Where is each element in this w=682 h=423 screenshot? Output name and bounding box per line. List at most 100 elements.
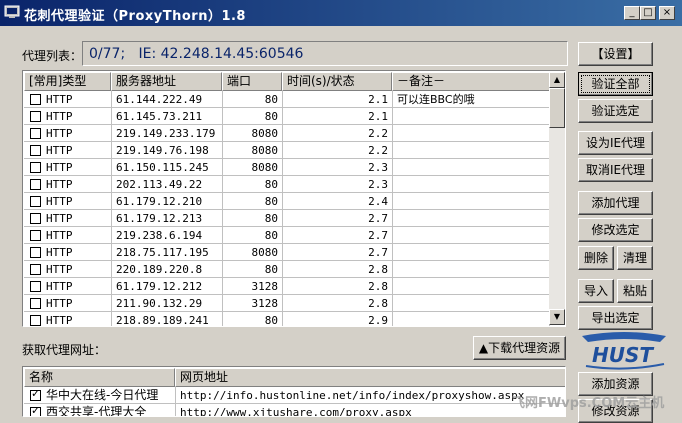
column-header-note[interactable]: －备注－: [392, 72, 550, 91]
row-checkbox[interactable]: [30, 230, 41, 241]
table-row[interactable]: HTTP 61.179.12.210 80 2.4: [24, 193, 550, 210]
table-row[interactable]: HTTP 61.179.12.213 80 2.7: [24, 210, 550, 227]
cell-address: 218.75.117.195: [112, 244, 223, 261]
cell-note: [393, 244, 550, 261]
cell-note: [393, 227, 550, 244]
source-checkbox[interactable]: [30, 404, 41, 416]
sources-grid[interactable]: 名称 网页地址 华中大在线-今日代理http://info.hustonline…: [22, 366, 566, 417]
table-row[interactable]: HTTP 219.149.233.179 8080 2.2: [24, 125, 550, 142]
cell-port: 80: [223, 108, 283, 125]
source-row[interactable]: 华中大在线-今日代理http://info.hustonline.net/inf…: [24, 387, 565, 404]
title-bar: 花刺代理验证（ProxyThorn）1.8 _ □ ×: [0, 0, 682, 26]
download-resources-button[interactable]: ▲下载代理资源: [473, 336, 566, 360]
scroll-thumb[interactable]: [549, 88, 565, 128]
row-checkbox[interactable]: [30, 145, 41, 156]
minimize-button[interactable]: _: [624, 6, 640, 20]
cell-time: 2.3: [283, 159, 393, 176]
cell-time: 2.2: [283, 142, 393, 159]
cell-port: 8080: [223, 159, 283, 176]
row-checkbox[interactable]: [30, 247, 41, 258]
row-checkbox[interactable]: [30, 111, 41, 122]
scroll-down-button[interactable]: ▼: [549, 309, 565, 325]
cell-url: http://www.xjtushare.com/proxy.aspx: [176, 404, 565, 416]
column-header-name[interactable]: 名称: [24, 368, 175, 387]
table-row[interactable]: HTTP 218.89.189.241 80 2.9: [24, 312, 550, 326]
set-ie-proxy-button[interactable]: 设为IE代理: [578, 131, 653, 155]
row-checkbox[interactable]: [30, 196, 41, 207]
window-title: 花刺代理验证（ProxyThorn）1.8: [24, 9, 246, 24]
cell-time: 2.7: [283, 227, 393, 244]
edit-selected-button[interactable]: 修改选定: [578, 218, 653, 242]
table-row[interactable]: HTTP 220.189.220.8 80 2.8: [24, 261, 550, 278]
cell-port: 8080: [223, 125, 283, 142]
delete-button[interactable]: 删除: [578, 246, 614, 270]
column-header-address[interactable]: 服务器地址: [111, 72, 222, 91]
scroll-up-button[interactable]: ▲: [549, 72, 565, 88]
cell-note: 可以连BBC的哦: [393, 91, 550, 108]
source-checkbox[interactable]: [30, 387, 41, 401]
paste-button[interactable]: 粘贴: [617, 279, 653, 303]
cell-address: 219.149.76.198: [112, 142, 223, 159]
proxy-list-grid[interactable]: [常用]类型 服务器地址 端口 时间(s)/状态 －备注－ HTTP 61.144…: [22, 70, 566, 327]
watermark: 飞网FWvps.COM云主机: [512, 396, 665, 411]
table-row[interactable]: HTTP 202.113.49.22 80 2.3: [24, 176, 550, 193]
cell-address: 219.149.233.179: [112, 125, 223, 142]
row-checkbox[interactable]: [30, 94, 41, 105]
hust-logo: HUST: [582, 332, 666, 370]
arrow-up-icon: ▲: [553, 75, 561, 84]
row-checkbox[interactable]: [30, 281, 41, 292]
cell-time: 2.8: [283, 295, 393, 312]
cell-name: 华中大在线-今日代理: [24, 387, 176, 404]
minimize-icon: _: [629, 7, 635, 18]
cell-note: [393, 125, 550, 142]
cancel-ie-proxy-button[interactable]: 取消IE代理: [578, 158, 653, 182]
close-button[interactable]: ×: [659, 6, 675, 20]
export-selected-button[interactable]: 导出选定: [578, 306, 653, 330]
cell-address: 211.90.132.29: [112, 295, 223, 312]
row-checkbox[interactable]: [30, 213, 41, 224]
add-proxy-button[interactable]: 添加代理: [578, 191, 653, 215]
row-checkbox[interactable]: [30, 128, 41, 139]
cell-port: 80: [223, 193, 283, 210]
row-checkbox[interactable]: [30, 162, 41, 173]
clean-button[interactable]: 清理: [617, 246, 653, 270]
row-checkbox[interactable]: [30, 179, 41, 190]
row-checkbox[interactable]: [30, 264, 41, 275]
maximize-button[interactable]: □: [640, 6, 656, 20]
cell-time: 2.1: [283, 91, 393, 108]
logo-text: HUST: [592, 343, 654, 367]
column-header-time-status[interactable]: 时间(s)/状态: [282, 72, 392, 91]
cell-port: 80: [223, 261, 283, 278]
sources-label: 获取代理网址：: [22, 343, 107, 357]
table-row[interactable]: HTTP 219.149.76.198 8080 2.2: [24, 142, 550, 159]
source-row[interactable]: 西交共享-代理大全http://www.xjtushare.com/proxy.…: [24, 404, 565, 416]
cell-port: 80: [223, 312, 283, 326]
table-row[interactable]: HTTP 219.238.6.194 80 2.7: [24, 227, 550, 244]
cell-address: 219.238.6.194: [112, 227, 223, 244]
import-button[interactable]: 导入: [578, 279, 614, 303]
proxy-list-label: 代理列表：: [22, 49, 83, 63]
proxy-status-text: 0/77; IE: 42.248.14.45:60546: [89, 46, 304, 62]
verify-all-button[interactable]: 验证全部: [578, 72, 653, 96]
table-row[interactable]: HTTP 211.90.132.29 3128 2.8: [24, 295, 550, 312]
column-header-type[interactable]: [常用]类型: [24, 72, 111, 91]
table-row[interactable]: HTTP 61.150.115.245 8080 2.3: [24, 159, 550, 176]
table-row[interactable]: HTTP 218.75.117.195 8080 2.7: [24, 244, 550, 261]
cell-address: 61.179.12.212: [112, 278, 223, 295]
cell-time: 2.7: [283, 210, 393, 227]
maximize-icon: □: [643, 7, 653, 18]
cell-time: 2.2: [283, 125, 393, 142]
table-row[interactable]: HTTP 61.179.12.212 3128 2.8: [24, 278, 550, 295]
table-row[interactable]: HTTP 61.145.73.211 80 2.1: [24, 108, 550, 125]
cell-port: 80: [223, 91, 283, 108]
cell-time: 2.1: [283, 108, 393, 125]
cell-note: [393, 142, 550, 159]
column-header-url[interactable]: 网页地址: [175, 368, 565, 387]
proxy-list-scrollbar[interactable]: ▲ ▼: [549, 72, 565, 325]
table-row[interactable]: HTTP 61.144.222.49 80 2.1 可以连BBC的哦: [24, 91, 550, 108]
row-checkbox[interactable]: [30, 315, 41, 326]
row-checkbox[interactable]: [30, 298, 41, 309]
settings-button[interactable]: 【设置】: [578, 42, 653, 66]
verify-selected-button[interactable]: 验证选定: [578, 99, 653, 123]
column-header-port[interactable]: 端口: [222, 72, 282, 91]
